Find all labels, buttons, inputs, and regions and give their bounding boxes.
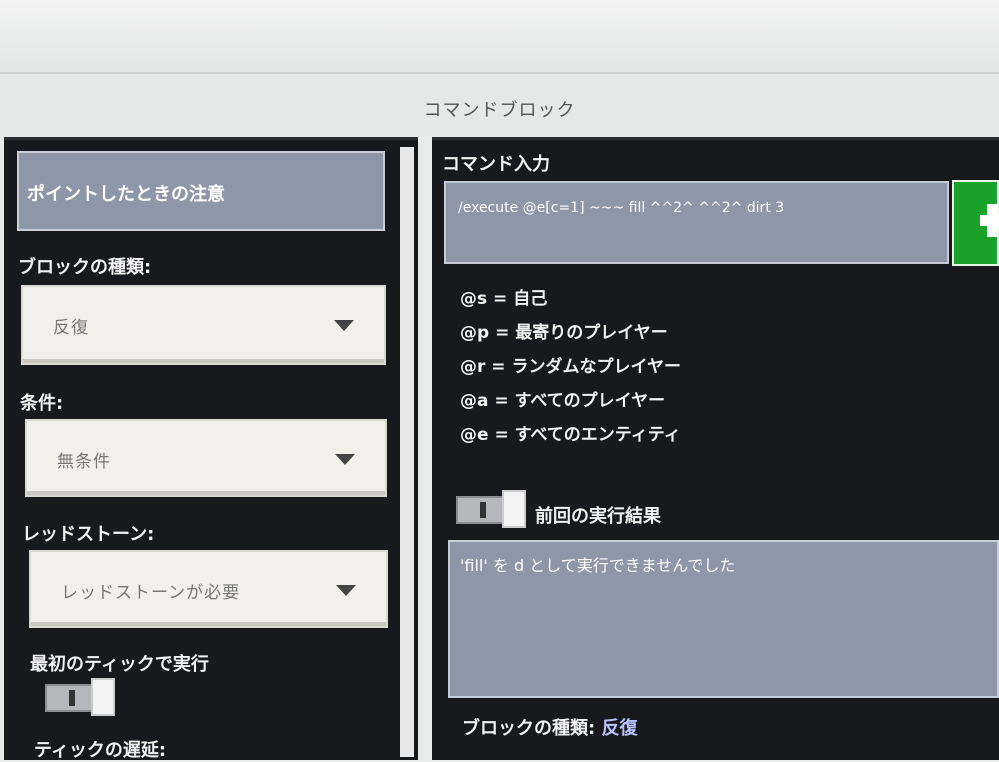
toggle-knob [91, 678, 115, 716]
footer-block-type: ブロックの種類: 反復 [462, 714, 637, 740]
selector-help-line: @p = 最寄りのプレイヤー [460, 323, 668, 343]
command-input[interactable]: /execute @e[c=1] ~~~ fill ^^2^ ^^2^ dirt… [444, 181, 949, 264]
condition-dropdown[interactable]: 無条件 [25, 419, 387, 497]
add-command-button[interactable] [952, 180, 999, 266]
toggle-knob [502, 490, 526, 528]
redstone-value: レッドストーンが必要 [61, 583, 241, 603]
settings-scrollbar[interactable] [400, 147, 414, 757]
redstone-dropdown[interactable]: レッドストーンが必要 [29, 550, 388, 628]
chevron-down-icon [334, 320, 354, 331]
condition-label: 条件: [20, 393, 64, 414]
previous-output-text: 'fill' を d として実行できませんでした [460, 556, 736, 575]
selector-help-line: @e = すべてのエンティティ [460, 425, 681, 445]
execute-first-tick-label: 最初のティックで実行 [30, 654, 209, 675]
footer-block-type-value: 反復 [601, 718, 638, 739]
command-input-value: /execute @e[c=1] ~~~ fill ^^2^ ^^2^ dirt… [458, 200, 785, 216]
previous-output-field[interactable]: 'fill' を d として実行できませんでした [448, 540, 999, 698]
previous-output-label: 前回の実行結果 [535, 506, 661, 527]
hover-note-field[interactable]: ポイントしたときの注意 [17, 151, 385, 231]
condition-value: 無条件 [57, 452, 111, 472]
chevron-down-icon [336, 585, 356, 596]
window-top-frame [0, 0, 999, 74]
redstone-label: レッドストーン: [22, 524, 155, 545]
selector-help-line: @a = すべてのプレイヤー [460, 391, 666, 411]
block-type-label: ブロックの種類: [18, 257, 152, 278]
selector-help-line: @s = 自己 [460, 289, 548, 309]
footer-block-type-label: ブロックの種類: [462, 718, 596, 739]
chevron-down-icon [335, 454, 355, 465]
execute-first-tick-toggle[interactable] [45, 678, 115, 716]
command-input-label: コマンド入力 [442, 154, 550, 175]
window-title: コマンドブロック [423, 100, 576, 121]
hover-note-label: ポイントしたときの注意 [27, 184, 225, 205]
selector-help-line: @r = ランダムなプレイヤー [460, 357, 681, 377]
block-type-dropdown[interactable]: 反復 [21, 285, 386, 365]
previous-output-toggle[interactable] [456, 490, 526, 528]
block-type-value: 反復 [53, 318, 89, 338]
tick-delay-label: ティックの遅延: [34, 740, 167, 761]
